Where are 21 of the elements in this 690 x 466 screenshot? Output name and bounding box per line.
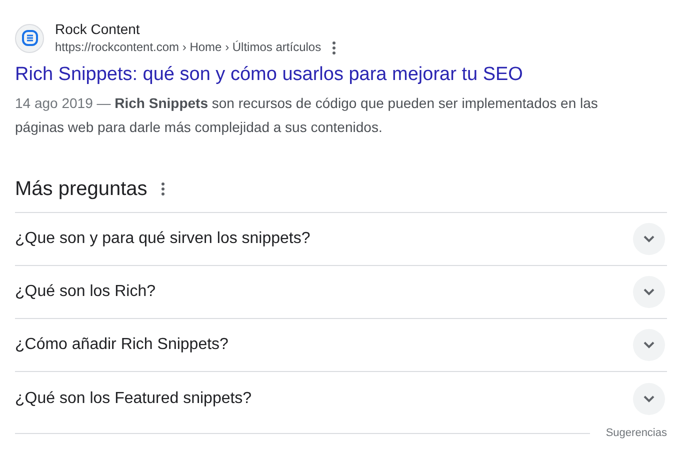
expand-button[interactable] <box>633 276 665 308</box>
more-options-icon[interactable] <box>332 40 336 54</box>
site-name: Rock Content <box>55 20 141 39</box>
question-text[interactable]: ¿Que son y para qué sirven los snippets? <box>15 227 310 251</box>
result-title-link[interactable]: Rich Snippets: qué son y cómo usarlos para mejorar tu SEO <box>15 62 667 88</box>
site-favicon-icon <box>15 24 44 52</box>
question-text[interactable]: ¿Qué son los Featured snippets? <box>15 386 252 410</box>
chevron-icon <box>643 341 655 349</box>
suggestions-label: Sugerencias <box>606 426 667 441</box>
chevron-icon <box>643 288 655 296</box>
section-heading: Más preguntas <box>15 177 148 202</box>
expand-button[interactable] <box>633 382 665 414</box>
chevron-icon <box>643 394 655 402</box>
more-options-icon[interactable] <box>161 182 166 196</box>
expand-button[interactable] <box>633 329 665 361</box>
chevron-icon <box>643 235 655 243</box>
result-snippet: 14 ago 2019 — Rich Snippets son recursos de código que pueden ser implementados en las páginas web para darle más complejidad a sus contenidos. <box>15 94 599 137</box>
question-text[interactable]: ¿Cómo añadir Rich Snippets? <box>15 333 228 357</box>
site-url[interactable]: https://rockcontent.com › Home › Últimos artículos <box>55 39 322 56</box>
expand-button[interactable] <box>633 223 665 255</box>
question-text[interactable]: ¿Qué son los Rich? <box>15 280 156 304</box>
